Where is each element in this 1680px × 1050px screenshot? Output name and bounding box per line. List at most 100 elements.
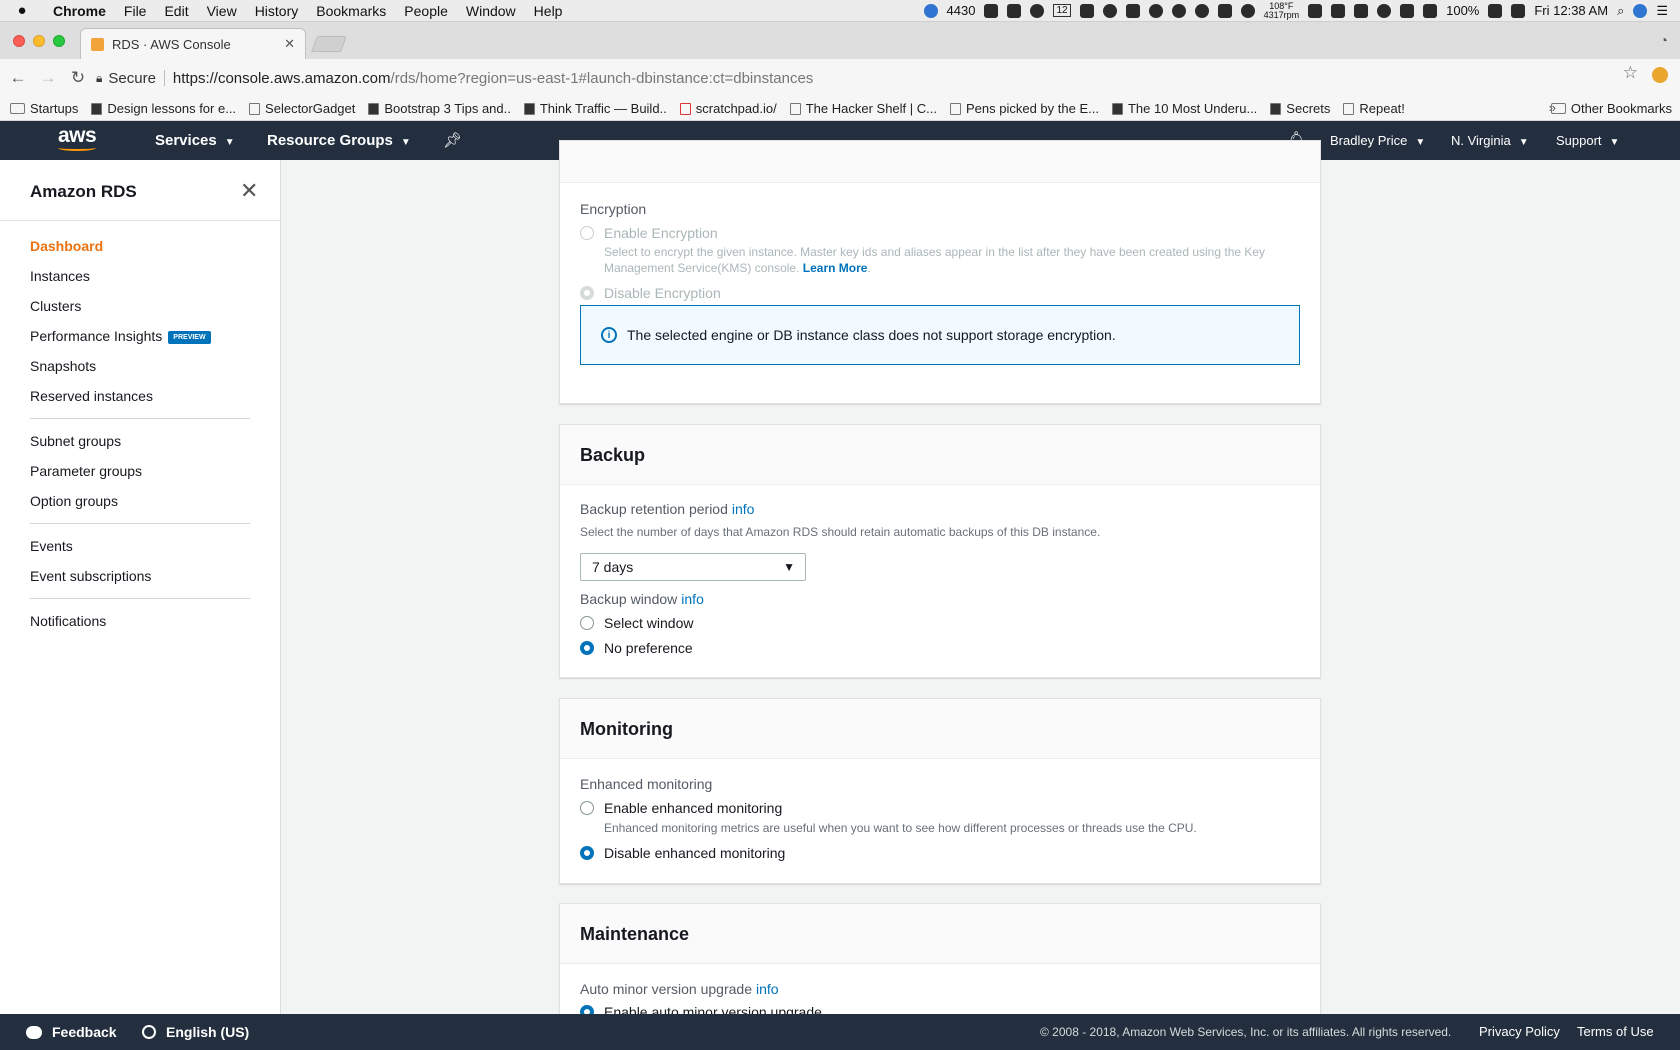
- bookmark-item[interactable]: Secrets: [1270, 101, 1330, 116]
- close-icon[interactable]: ✕: [240, 178, 258, 204]
- siri-icon[interactable]: [1633, 3, 1648, 18]
- privacy-policy-link[interactable]: Privacy Policy: [1479, 1024, 1560, 1039]
- tab-close-icon[interactable]: ✕: [284, 36, 295, 52]
- menu-edit[interactable]: Edit: [155, 3, 197, 19]
- menu-file[interactable]: File: [115, 3, 156, 19]
- keyboard-icon[interactable]: [1354, 3, 1369, 18]
- docker-icon[interactable]: [1007, 3, 1022, 18]
- select-window-radio[interactable]: [580, 616, 594, 630]
- checkmark-icon[interactable]: [1171, 3, 1186, 18]
- resource-groups-menu[interactable]: Resource Groups ▼: [267, 132, 411, 149]
- volume-icon[interactable]: [1423, 3, 1438, 18]
- window-zoom-button[interactable]: [53, 35, 65, 47]
- status-app-icon[interactable]: [923, 3, 938, 18]
- menu-history[interactable]: History: [246, 3, 308, 19]
- enable-enhanced-monitoring-radio[interactable]: [580, 801, 594, 815]
- learn-more-link[interactable]: Learn More: [803, 261, 868, 275]
- bookmark-item[interactable]: Bootstrap 3 Tips and..: [368, 101, 511, 116]
- region-menu[interactable]: N. Virginia ▼: [1451, 133, 1529, 148]
- disable-enhanced-monitoring-radio[interactable]: [580, 846, 594, 860]
- sidebar-item-events[interactable]: Events: [30, 538, 73, 554]
- bookmark-item[interactable]: Think Traffic — Build..: [523, 101, 667, 116]
- sidebar-item-performance-insights[interactable]: Performance Insights PREVIEW: [30, 328, 211, 344]
- back-arrow-icon[interactable]: ←: [6, 68, 30, 88]
- circle-app-icon[interactable]: [1240, 3, 1255, 18]
- menu-people[interactable]: People: [395, 3, 457, 19]
- window-close-button[interactable]: [13, 35, 25, 47]
- sidebar-item-instances[interactable]: Instances: [30, 268, 90, 284]
- flag-icon[interactable]: [1511, 3, 1526, 18]
- sidebar-item-parameter-groups[interactable]: Parameter groups: [30, 463, 142, 479]
- language-selector[interactable]: English (US): [142, 1024, 249, 1040]
- move-icon[interactable]: [1331, 3, 1346, 18]
- window-manager-icon[interactable]: [984, 3, 999, 18]
- sidebar-item-clusters[interactable]: Clusters: [30, 298, 81, 314]
- battery-percent[interactable]: 100%: [1446, 3, 1479, 18]
- browser-tab-active[interactable]: RDS · AWS Console ✕: [80, 28, 306, 59]
- apple-menu-icon[interactable]: ●: [0, 2, 44, 19]
- bookmark-item[interactable]: SelectorGadget: [249, 101, 355, 116]
- glasses-icon[interactable]: [1217, 3, 1232, 18]
- menu-app-name[interactable]: Chrome: [44, 3, 115, 19]
- calendar-icon[interactable]: 12: [1053, 4, 1071, 17]
- microphone-icon[interactable]: [1102, 3, 1117, 18]
- menu-window[interactable]: Window: [457, 3, 525, 19]
- bookmark-item[interactable]: Pens picked by the E...: [949, 101, 1099, 116]
- enable-enhanced-monitoring-option[interactable]: Enable enhanced monitoring: [580, 800, 782, 816]
- sidebar-item-notifications[interactable]: Notifications: [30, 613, 106, 629]
- disable-enhanced-monitoring-option[interactable]: Disable enhanced monitoring: [580, 845, 785, 861]
- incognito-profile-icon[interactable]: ◔: [1660, 32, 1668, 48]
- battery-icon[interactable]: [1488, 3, 1503, 18]
- account-menu[interactable]: Bradley Price ▼: [1330, 133, 1425, 148]
- sidebar-item-option-groups[interactable]: Option groups: [30, 493, 118, 509]
- airplay-icon[interactable]: [1400, 3, 1415, 18]
- bookmark-folder[interactable]: Startups: [10, 101, 78, 116]
- sidebar-item-reserved-instances[interactable]: Reserved instances: [30, 388, 153, 404]
- sidebar-item-event-subscriptions[interactable]: Event subscriptions: [30, 568, 151, 584]
- forward-arrow-icon[interactable]: →: [36, 68, 60, 88]
- services-menu[interactable]: Services ▼: [155, 132, 235, 149]
- new-tab-button[interactable]: [311, 36, 347, 52]
- bookmark-item[interactable]: scratchpad.io/: [679, 101, 777, 116]
- no-preference-radio[interactable]: [580, 641, 594, 655]
- lightning-icon[interactable]: [1030, 3, 1045, 18]
- extension-icon[interactable]: [1652, 67, 1668, 83]
- status-counter[interactable]: 4430: [947, 3, 976, 18]
- backup-retention-select[interactable]: 7 days ▼: [580, 553, 806, 581]
- menu-view[interactable]: View: [198, 3, 246, 19]
- support-menu[interactable]: Support ▼: [1556, 133, 1619, 148]
- spotlight-search-icon[interactable]: ⌕: [1617, 3, 1624, 19]
- enable-encryption-radio[interactable]: [580, 226, 594, 240]
- pin-icon[interactable]: 📌︎: [443, 131, 462, 149]
- aws-logo[interactable]: aws: [58, 125, 104, 155]
- other-bookmarks[interactable]: Other Bookmarks: [1550, 101, 1672, 116]
- terminal-icon[interactable]: [1079, 3, 1094, 18]
- no-preference-option[interactable]: No preference: [580, 640, 693, 656]
- sidebar-item-dashboard[interactable]: Dashboard: [30, 238, 103, 254]
- retention-info-link[interactable]: info: [732, 501, 755, 517]
- address-bar[interactable]: 🔒︎ Secure https://console.aws.amazon.com…: [96, 64, 1636, 92]
- disable-encryption-option[interactable]: Disable Encryption: [580, 285, 721, 301]
- temperature-readout[interactable]: 108°F 4317rpm: [1264, 1, 1300, 20]
- reload-icon[interactable]: ↻: [66, 68, 90, 88]
- bookmark-item[interactable]: The Hacker Shelf | C...: [789, 101, 937, 116]
- bookmark-item[interactable]: The 10 Most Underu...: [1111, 101, 1257, 116]
- backup-window-info-link[interactable]: info: [681, 591, 704, 607]
- menu-clock[interactable]: Fri 12:38 AM: [1534, 3, 1608, 18]
- b-app-icon[interactable]: [1148, 3, 1163, 18]
- feedback-button[interactable]: Feedback: [26, 1024, 117, 1040]
- sidebar-item-subnet-groups[interactable]: Subnet groups: [30, 433, 121, 449]
- menu-bookmarks[interactable]: Bookmarks: [307, 3, 395, 19]
- auto-minor-info-link[interactable]: info: [756, 981, 779, 997]
- wifi-icon[interactable]: [1377, 3, 1392, 18]
- disable-encryption-radio[interactable]: [580, 286, 594, 300]
- bookmark-item[interactable]: Design lessons for e...: [91, 101, 236, 116]
- enable-encryption-option[interactable]: Enable Encryption: [580, 225, 718, 241]
- select-window-option[interactable]: Select window: [580, 615, 694, 631]
- bookmark-item[interactable]: Repeat!: [1343, 101, 1405, 116]
- activity-monitor-icon[interactable]: [1125, 3, 1140, 18]
- terms-of-use-link[interactable]: Terms of Use: [1577, 1024, 1654, 1039]
- sidebar-item-snapshots[interactable]: Snapshots: [30, 358, 96, 374]
- bookmark-star-icon[interactable]: ☆: [1623, 63, 1638, 83]
- notification-center-icon[interactable]: ☰: [1656, 3, 1668, 19]
